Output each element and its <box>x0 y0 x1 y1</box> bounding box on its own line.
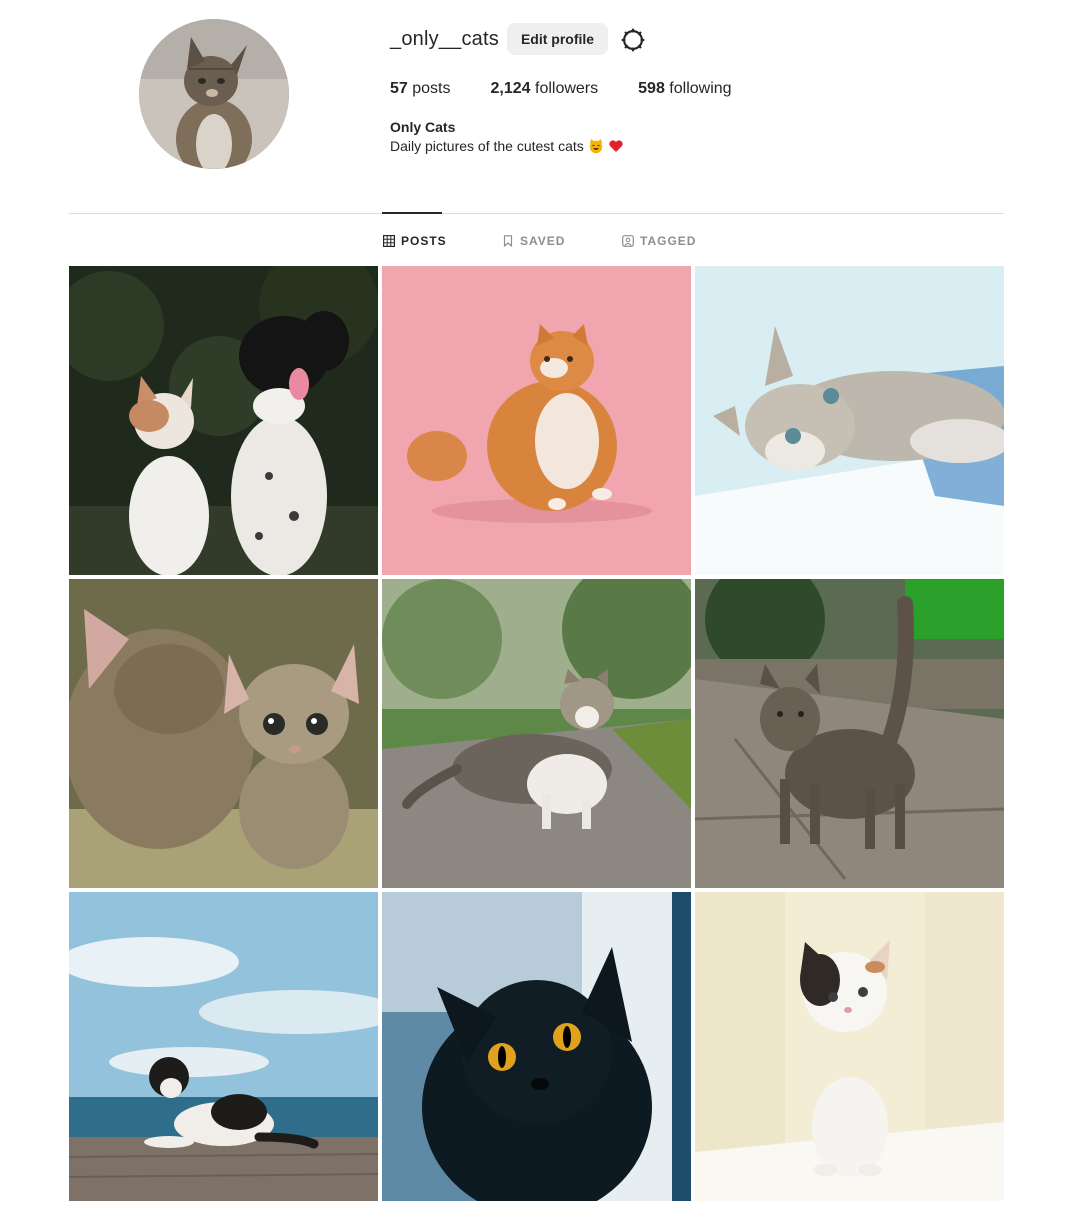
red-heart-emoji-icon <box>609 140 623 152</box>
post-thumbnail[interactable] <box>382 579 691 888</box>
post-thumbnail[interactable] <box>69 579 378 888</box>
tabby-white-cat-walking-photo <box>382 579 691 888</box>
smiling-cat-emoji-icon <box>589 139 602 154</box>
post-thumbnail[interactable] <box>695 266 1004 575</box>
followers-count: 2,124 <box>490 80 531 97</box>
white-calico-kitten-photo <box>695 892 1004 1201</box>
following-count: 598 <box>638 80 665 97</box>
profile-bio: Daily pictures of the cutest cats <box>390 138 624 154</box>
grid-icon <box>383 235 395 247</box>
bio-text: Daily pictures of the cutest cats <box>390 138 584 154</box>
black-white-cat-by-sea-photo <box>69 892 378 1201</box>
post-thumbnail[interactable] <box>695 579 1004 888</box>
posts-grid <box>69 266 1004 1201</box>
tab-posts[interactable]: POSTS <box>383 233 447 249</box>
profile-username: _only__cats <box>390 28 499 50</box>
profile-avatar[interactable] <box>139 19 289 169</box>
followers-label: followers <box>535 80 599 97</box>
tabby-cat-standing-photo <box>695 579 1004 888</box>
tab-tagged[interactable]: TAGGED <box>622 233 696 249</box>
tab-posts-label: POSTS <box>401 234 447 248</box>
posts-stat: 57 posts <box>390 80 451 98</box>
kitten-and-puppy-photo <box>69 266 378 575</box>
tab-tagged-label: TAGGED <box>640 234 697 248</box>
following-stat[interactable]: 598 following <box>638 80 731 98</box>
post-thumbnail[interactable] <box>695 892 1004 1201</box>
tag-user-icon <box>622 235 634 247</box>
two-tabby-kittens-photo <box>69 579 378 888</box>
bookmark-icon <box>503 235 513 247</box>
followers-stat[interactable]: 2,124 followers <box>491 80 599 98</box>
tab-saved[interactable]: SAVED <box>502 233 565 249</box>
black-cat-yellow-eyes-photo <box>382 892 691 1201</box>
profile-stats: 57 posts 2,124 followers 598 following <box>390 80 772 98</box>
posts-count: 57 <box>390 80 408 97</box>
tab-saved-label: SAVED <box>520 234 566 248</box>
post-thumbnail[interactable] <box>382 892 691 1201</box>
following-label: following <box>669 80 732 97</box>
post-thumbnail[interactable] <box>69 266 378 575</box>
edit-profile-button[interactable]: Edit profile <box>507 23 608 55</box>
posts-label: posts <box>412 80 451 97</box>
tabby-lying-on-table-photo <box>695 266 1004 575</box>
profile-full-name: Only Cats <box>390 119 456 135</box>
tabs-divider <box>69 213 1004 214</box>
post-thumbnail[interactable] <box>69 892 378 1201</box>
orange-cat-pink-background-photo <box>382 266 691 575</box>
gear-icon[interactable] <box>620 27 646 53</box>
post-thumbnail[interactable] <box>382 266 691 575</box>
active-tab-indicator <box>382 212 442 214</box>
